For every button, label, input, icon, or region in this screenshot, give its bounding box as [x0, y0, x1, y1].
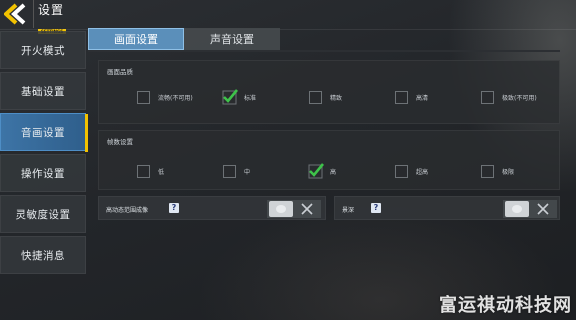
frame-rate-panel: 帧数设置 低 中 高 超高 极限: [98, 130, 560, 190]
sidebar-item-sensitivity[interactable]: 灵敏度设置: [0, 195, 86, 233]
checkbox[interactable]: [395, 164, 408, 178]
option-label: 超高: [416, 168, 429, 176]
checkbox-checked[interactable]: [222, 88, 239, 104]
quality-option-hd[interactable]: 高清: [395, 89, 428, 105]
sidebar-item-label: 开火模式: [21, 44, 65, 57]
help-icon[interactable]: ?: [169, 203, 179, 213]
back-arrow-icon: [4, 3, 26, 25]
quality-option-smooth[interactable]: 流畅(不可用): [137, 89, 193, 105]
checkbox[interactable]: [395, 90, 408, 104]
option-label: 高: [330, 168, 337, 176]
checkbox[interactable]: [309, 90, 322, 104]
hdr-toggle[interactable]: [267, 200, 321, 218]
toggle-knob: [269, 201, 293, 217]
option-label: 极致(不可用): [502, 94, 537, 102]
checkmark-icon: [222, 88, 239, 104]
sidebar-item-controls[interactable]: 操作设置: [0, 154, 86, 192]
setting-label: 高动态范围成像: [106, 207, 149, 214]
depth-of-field-setting-row: 景深 ?: [334, 196, 560, 220]
depth-of-field-toggle[interactable]: [503, 200, 557, 218]
close-icon: [537, 203, 549, 215]
sidebar-item-label: 操作设置: [21, 167, 65, 180]
tab-graphics[interactable]: 画面设置: [88, 28, 184, 50]
sidebar-item-fire-mode[interactable]: 开火模式: [0, 31, 86, 69]
quality-option-ultra[interactable]: 极致(不可用): [481, 89, 537, 105]
checkbox[interactable]: [481, 164, 494, 178]
fps-option-super-high[interactable]: 超高: [395, 163, 428, 179]
tab-label: 声音设置: [210, 33, 254, 46]
option-label: 中: [244, 168, 251, 176]
checkmark-icon: [308, 162, 325, 178]
sidebar-item-label: 快捷消息: [21, 249, 65, 262]
checkbox[interactable]: [137, 164, 150, 178]
sidebar-item-label: 音画设置: [21, 126, 65, 139]
help-icon[interactable]: ?: [371, 203, 381, 213]
hdr-setting-row: 高动态范围成像 ?: [98, 196, 326, 220]
tab-bar: 画面设置 声音设置: [88, 28, 560, 50]
toggle-knob: [505, 201, 529, 217]
setting-label: 景深: [342, 207, 355, 214]
option-label: 高清: [416, 94, 429, 102]
page-title: 设置: [38, 3, 65, 17]
option-label: 标准: [244, 94, 257, 102]
section-title: 画面品质: [107, 68, 133, 76]
fps-option-high[interactable]: 高: [308, 162, 337, 179]
sidebar-item-label: 灵敏度设置: [15, 208, 71, 221]
tab-sound[interactable]: 声音设置: [184, 28, 280, 50]
option-label: 精致: [330, 94, 343, 102]
tab-divider: [88, 50, 560, 52]
close-icon: [301, 203, 313, 215]
option-label: 流畅(不可用): [158, 94, 193, 102]
quality-option-standard[interactable]: 标准: [222, 88, 257, 105]
back-button[interactable]: [0, 0, 34, 28]
fps-option-medium[interactable]: 中: [223, 163, 250, 179]
tab-label: 画面设置: [114, 33, 158, 46]
sidebar-item-label: 基础设置: [21, 85, 65, 98]
checkbox[interactable]: [481, 90, 494, 104]
active-indicator: [85, 114, 88, 152]
sidebar-item-basic-settings[interactable]: 基础设置: [0, 72, 86, 110]
fps-option-low[interactable]: 低: [137, 163, 164, 179]
option-label: 低: [158, 168, 165, 176]
section-title: 帧数设置: [107, 138, 133, 146]
watermark-text: 富运祺动科技网: [439, 295, 572, 316]
checkbox-checked[interactable]: [308, 162, 325, 178]
top-bar: 设置 SETTINGS: [0, 0, 576, 34]
checkbox[interactable]: [223, 164, 236, 178]
option-label: 极限: [502, 168, 515, 176]
checkbox[interactable]: [137, 90, 150, 104]
fps-option-extreme[interactable]: 极限: [481, 163, 514, 179]
quality-option-refined[interactable]: 精致: [309, 89, 342, 105]
sidebar-item-audio-video[interactable]: 音画设置: [0, 113, 88, 152]
graphics-quality-panel: 画面品质 流畅(不可用) 标准 精致 高清 极致(不可用): [98, 60, 560, 124]
sidebar-item-quick-messages[interactable]: 快捷消息: [0, 236, 86, 274]
sidebar: 开火模式 基础设置 音画设置 操作设置 灵敏度设置 快捷消息: [0, 31, 88, 277]
